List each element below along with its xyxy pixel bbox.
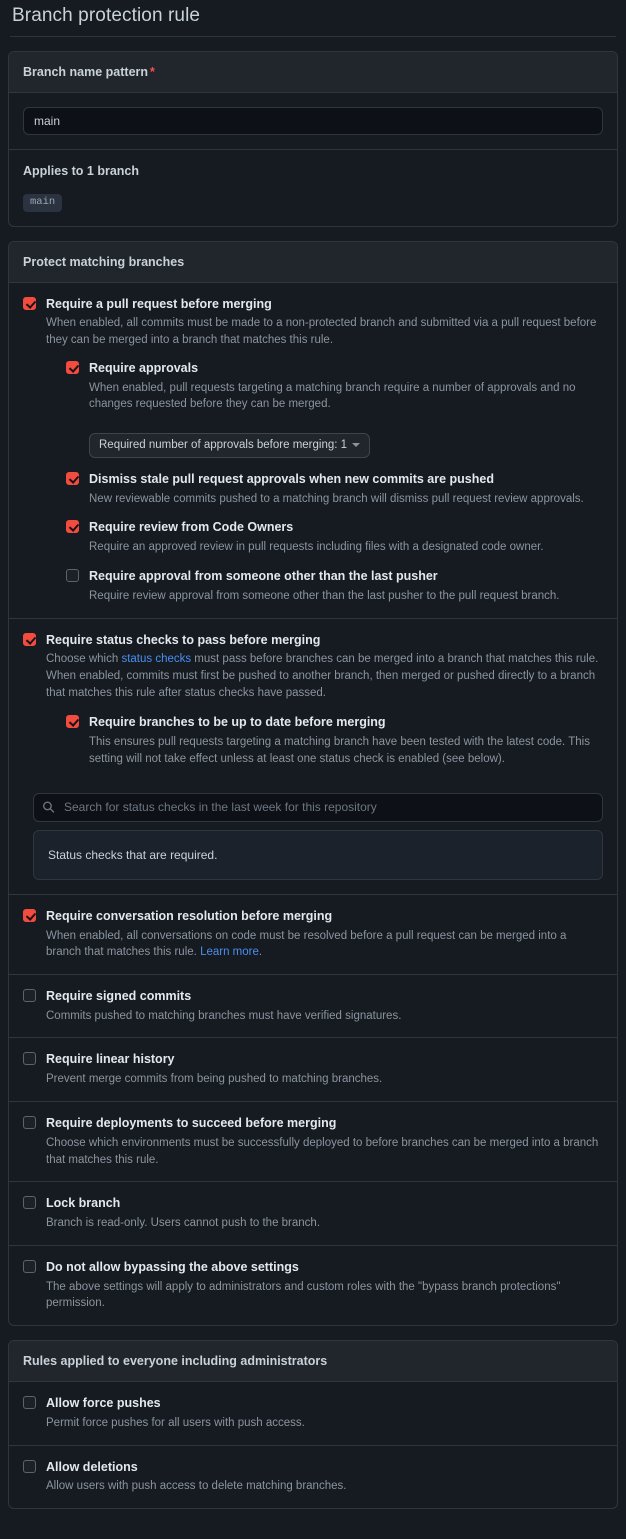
checkbox-allow-force-pushes[interactable] <box>23 1395 36 1409</box>
rule-description: When enabled, all conversations on code … <box>46 928 603 961</box>
checkbox-allow-deletions[interactable] <box>23 1459 36 1473</box>
rule-title: Require approvals <box>89 360 199 375</box>
rule-require-linear-history[interactable]: Require linear history Prevent merge com… <box>9 1038 617 1101</box>
applies-to-body: Applies to 1 branch main <box>9 150 617 226</box>
applies-to-label: Applies to 1 branch <box>23 164 139 178</box>
desc-text-before-link: Choose which <box>46 653 122 666</box>
rule-require-branches-up-to-date[interactable]: Require branches to be up to date before… <box>66 714 603 767</box>
rule-title: Require linear history <box>46 1052 175 1067</box>
rule-description: When enabled, pull requests targeting a … <box>89 381 576 411</box>
desc-text-before-link: When enabled, all conversations on code … <box>46 929 567 959</box>
rules-everyone-card: Rules applied to everyone including admi… <box>8 1339 618 1510</box>
checkbox-require-code-owner-review[interactable] <box>66 520 79 534</box>
rule-allow-deletions[interactable]: Allow deletions Allow users with push ac… <box>9 1446 617 1509</box>
rule-description: Require review approval from someone oth… <box>89 589 560 602</box>
rule-lock-branch[interactable]: Lock branch Branch is read-only. Users c… <box>9 1182 617 1245</box>
rule-require-deployments[interactable]: Require deployments to succeed before me… <box>9 1102 617 1181</box>
rule-title: Do not allow bypassing the above setting… <box>46 1259 299 1274</box>
rule-title: Require signed commits <box>46 988 192 1003</box>
rule-title: Require deployments to succeed before me… <box>46 1116 337 1130</box>
chevron-down-icon <box>352 442 361 447</box>
desc-text-after-link: . <box>258 946 263 959</box>
branch-name-pattern-header: Branch name pattern * <box>9 52 617 93</box>
status-checks-link[interactable]: status checks <box>121 653 191 665</box>
rule-description: Permit force pushes for all users with p… <box>46 1416 305 1429</box>
approvals-count-select[interactable]: Required number of approvals before merg… <box>89 432 371 458</box>
checkbox-dismiss-stale-approvals[interactable] <box>66 471 79 485</box>
title-divider <box>10 36 616 37</box>
page-title: Branch protection rule <box>12 5 201 26</box>
checkbox-require-approvals[interactable] <box>66 360 79 374</box>
rule-description: Choose which environments must be succes… <box>46 1136 599 1166</box>
rule-require-pull-request[interactable]: Require a pull request before merging Wh… <box>9 283 617 618</box>
rule-allow-force-pushes[interactable]: Allow force pushes Permit force pushes f… <box>9 1382 617 1445</box>
status-checks-required-panel: Status checks that are required. <box>33 829 603 880</box>
rule-description: Require an approved review in pull reque… <box>89 541 544 554</box>
protect-matching-branches-card: Protect matching branches Require a pull… <box>8 240 618 1326</box>
rule-require-approval-other-than-last-pusher[interactable]: Require approval from someone other than… <box>66 568 603 605</box>
branch-name-pattern-body <box>9 93 617 149</box>
protect-matching-branches-header: Protect matching branches <box>9 241 617 283</box>
rule-title: Require branches to be up to date before… <box>89 715 386 730</box>
rule-title: Require approval from someone other than… <box>89 569 438 584</box>
rule-dismiss-stale-approvals[interactable]: Dismiss stale pull request approvals whe… <box>66 471 603 508</box>
status-checks-search-wrapper <box>33 792 603 822</box>
checkbox-require-pull-request[interactable] <box>23 296 36 310</box>
checkbox-require-conversation-resolution[interactable] <box>23 908 36 922</box>
rule-do-not-allow-bypassing[interactable]: Do not allow bypassing the above setting… <box>9 1246 617 1325</box>
checkbox-require-linear-history[interactable] <box>23 1052 36 1066</box>
rule-description: When enabled, all commits must be made t… <box>46 317 597 347</box>
rule-title: Require conversation resolution before m… <box>46 908 333 923</box>
rule-description: Branch is read-only. Users cannot push t… <box>46 1217 321 1230</box>
learn-more-link[interactable]: Learn more <box>200 946 259 958</box>
checkbox-require-branches-up-to-date[interactable] <box>66 715 79 729</box>
rule-description: The above settings will apply to adminis… <box>46 1280 561 1310</box>
rule-title: Require review from Code Owners <box>89 520 294 535</box>
rule-description: Prevent merge commits from being pushed … <box>46 1073 383 1086</box>
rule-title: Dismiss stale pull request approvals whe… <box>89 471 494 486</box>
rule-require-signed-commits[interactable]: Require signed commits Commits pushed to… <box>9 975 617 1038</box>
checkbox-do-not-allow-bypassing[interactable] <box>23 1259 36 1273</box>
nested-status-check-options: Require branches to be up to date before… <box>66 714 603 767</box>
nested-pull-request-options: Require approvals When enabled, pull req… <box>66 360 603 605</box>
rule-description: New reviewable commits pushed to a match… <box>89 492 584 505</box>
approvals-count-label: Required number of approvals before merg… <box>99 438 348 451</box>
rule-require-approvals[interactable]: Require approvals When enabled, pull req… <box>66 360 603 413</box>
rule-require-status-checks[interactable]: Require status checks to pass before mer… <box>9 619 617 781</box>
status-checks-search-input[interactable] <box>33 792 603 822</box>
rule-require-conversation-resolution[interactable]: Require conversation resolution before m… <box>9 895 617 974</box>
checkbox-require-signed-commits[interactable] <box>23 988 36 1002</box>
rule-description: Commits pushed to matching branches must… <box>46 1009 402 1022</box>
rules-everyone-header: Rules applied to everyone including admi… <box>9 1340 617 1382</box>
required-asterisk: * <box>150 65 155 79</box>
checkbox-require-approval-other-than-last-pusher[interactable] <box>66 569 79 583</box>
branch-name-pattern-card: Branch name pattern* Applies to 1 branch… <box>8 51 618 227</box>
branch-name-pattern-label: Branch name pattern <box>23 65 149 79</box>
rule-title: Require status checks to pass before mer… <box>46 632 321 647</box>
rule-description: This ensures pull requests targeting a m… <box>89 736 590 766</box>
checkbox-lock-branch[interactable] <box>23 1196 36 1210</box>
status-checks-search-area: Status checks that are required. <box>33 792 603 880</box>
search-icon <box>43 801 55 813</box>
rule-title: Allow deletions <box>46 1459 138 1474</box>
checkbox-require-deployments[interactable] <box>23 1116 36 1129</box>
rule-description: Choose which status checks must pass bef… <box>46 651 603 701</box>
rule-title: Lock branch <box>46 1196 121 1211</box>
branch-chip: main <box>23 194 63 212</box>
branch-name-pattern-input[interactable] <box>23 107 603 135</box>
rule-require-code-owner-review[interactable]: Require review from Code Owners Require … <box>66 519 603 556</box>
rule-title: Allow force pushes <box>46 1395 161 1410</box>
rule-description: Allow users with push access to delete m… <box>46 1480 347 1493</box>
rule-title: Require a pull request before merging <box>46 296 272 311</box>
checkbox-require-status-checks[interactable] <box>23 632 36 646</box>
branch-protection-page: Branch protection rule Branch name patte… <box>0 0 626 1539</box>
